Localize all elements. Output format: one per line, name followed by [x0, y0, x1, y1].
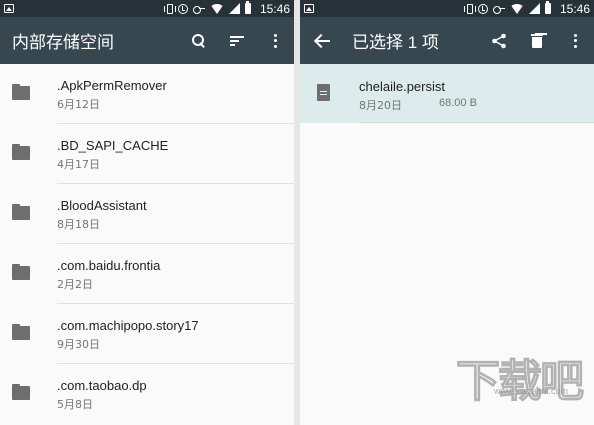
folder-name: .com.machipopo.story17	[57, 318, 199, 333]
search-icon	[192, 33, 206, 48]
back-icon[interactable]	[314, 34, 330, 48]
share-button[interactable]	[480, 17, 518, 64]
folder-name: .BloodAssistant	[57, 198, 147, 213]
file-size: 68.00 B	[439, 97, 477, 109]
folder-icon	[12, 204, 30, 220]
more-options-button[interactable]	[256, 17, 294, 64]
folder-list: .ApkPermRemover 6月12日 .BD_SAPI_CACHE 4月1…	[0, 64, 294, 424]
vpn-key-icon	[492, 5, 505, 14]
more-icon	[273, 33, 277, 48]
toolbar: 内部存储空间	[0, 17, 294, 64]
folder-item[interactable]: .com.taobao.dp 5月8日	[0, 364, 294, 424]
file-date: 8月20日	[359, 99, 402, 112]
folder-icon	[12, 264, 30, 280]
folder-item[interactable]: .com.baidu.frontia 2月2日	[0, 244, 294, 304]
alarm-icon	[177, 3, 188, 14]
selected-file-item[interactable]: chelaile.persist 8月20日 68.00 B	[300, 64, 594, 123]
status-bar: 15:46	[300, 0, 594, 17]
watermark-logo-text: 下载吧	[455, 356, 584, 407]
folder-item[interactable]: .BloodAssistant 8月18日	[0, 184, 294, 244]
file-icon	[317, 84, 330, 101]
selection-toolbar: 已选择 1 项	[300, 17, 594, 64]
selection-title: 已选择 1 项	[352, 33, 439, 52]
delete-button[interactable]	[518, 17, 556, 64]
folder-name: .com.baidu.frontia	[57, 258, 161, 273]
folder-date: 8月18日	[57, 218, 100, 231]
image-notification-icon	[4, 4, 14, 13]
search-button[interactable]	[180, 17, 218, 64]
folder-date: 9月30日	[57, 338, 100, 351]
folder-icon	[12, 324, 30, 340]
wifi-icon	[209, 3, 224, 14]
folder-date: 6月12日	[57, 98, 100, 111]
folder-name: .com.taobao.dp	[57, 378, 147, 393]
status-bar: 15:46	[0, 0, 294, 17]
status-time: 15:46	[259, 1, 290, 16]
folder-icon	[12, 384, 30, 400]
signal-icon	[528, 3, 540, 14]
alarm-icon	[477, 3, 488, 14]
folder-date: 4月17日	[57, 158, 100, 171]
folder-date: 2月2日	[57, 278, 93, 291]
folder-item[interactable]: .com.machipopo.story17 9月30日	[0, 304, 294, 364]
signal-icon	[228, 3, 240, 14]
image-notification-icon	[304, 4, 314, 13]
folder-item[interactable]: .BD_SAPI_CACHE 4月17日	[0, 124, 294, 184]
folder-name: .BD_SAPI_CACHE	[57, 138, 169, 153]
folder-date: 5月8日	[57, 398, 93, 411]
vibrate-icon	[463, 3, 476, 14]
file-browser-panel: 15:46 内部存储空间 .ApkPermRemover 6月12日 .BD_S…	[0, 0, 294, 425]
sort-icon	[230, 35, 244, 46]
vibrate-icon	[163, 3, 176, 14]
status-time: 15:46	[559, 1, 590, 16]
folder-icon	[12, 144, 30, 160]
divider	[359, 122, 594, 123]
folder-icon	[12, 84, 30, 100]
delete-icon	[531, 33, 543, 48]
battery-icon	[544, 1, 551, 14]
watermark-logo: 下载吧 www.xiazaiba.com	[454, 356, 584, 407]
folder-item[interactable]: .ApkPermRemover 6月12日	[0, 64, 294, 124]
more-icon	[573, 33, 577, 48]
page-title: 内部存储空间	[12, 33, 114, 52]
vpn-key-icon	[192, 5, 205, 14]
battery-icon	[244, 1, 251, 14]
selection-panel: 15:46 已选择 1 项 chelaile.persist 8月20日 68.…	[300, 0, 594, 425]
share-icon	[492, 33, 506, 48]
folder-name: .ApkPermRemover	[57, 78, 167, 93]
wifi-icon	[509, 3, 524, 14]
more-options-button[interactable]	[556, 17, 594, 64]
sort-button[interactable]	[218, 17, 256, 64]
file-name: chelaile.persist	[359, 79, 445, 94]
watermark-url: www.xiazaiba.com	[493, 386, 568, 396]
